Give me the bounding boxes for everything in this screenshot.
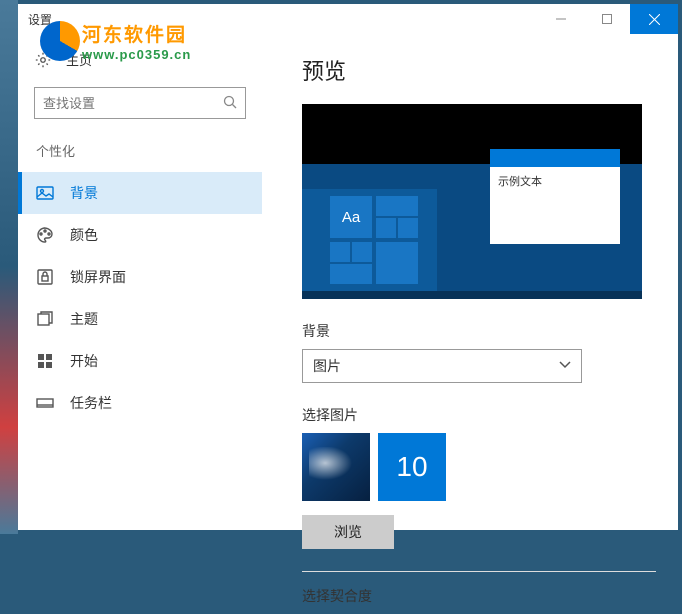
background-label: 背景 [302, 321, 656, 341]
preview-tile [398, 218, 418, 238]
sidebar-item-background[interactable]: 背景 [18, 172, 262, 214]
search-input[interactable] [43, 96, 223, 111]
preview-tile [376, 218, 396, 238]
preview-tile [376, 196, 418, 216]
image-icon [36, 184, 54, 202]
sidebar-item-colors[interactable]: 颜色 [18, 214, 262, 256]
maximize-icon [602, 14, 612, 24]
main-panel: 预览 Aa 示例文本 [262, 34, 678, 614]
preview-box: Aa 示例文本 [302, 104, 642, 299]
preview-sample-text: 示例文本 [490, 167, 620, 195]
fit-label: 选择契合度 [302, 586, 656, 606]
sidebar-item-label: 主题 [70, 309, 98, 329]
sidebar-item-start[interactable]: 开始 [18, 340, 262, 382]
picture-thumb-1[interactable] [302, 433, 370, 501]
start-icon [36, 352, 54, 370]
category-label: 个性化 [18, 137, 262, 172]
titlebar: 设置 [18, 4, 678, 34]
sidebar-item-label: 背景 [70, 183, 98, 203]
sidebar-item-label: 锁屏界面 [70, 267, 126, 287]
choose-picture-label: 选择图片 [302, 405, 656, 425]
close-button[interactable] [630, 4, 678, 34]
sidebar-item-themes[interactable]: 主题 [18, 298, 262, 340]
preview-tiles: Aa [330, 196, 430, 291]
sidebar-item-label: 任务栏 [70, 393, 112, 413]
browse-button[interactable]: 浏览 [302, 515, 394, 549]
gear-icon [34, 51, 52, 69]
preview-tile [330, 242, 350, 262]
minimize-icon [556, 14, 566, 24]
host-taskbar-strip [0, 0, 18, 534]
preview-tile [352, 242, 372, 262]
picture-thumbnails: 10 [302, 433, 656, 501]
background-dropdown[interactable]: 图片 [302, 349, 582, 383]
home-label: 主页 [66, 50, 92, 69]
close-icon [649, 14, 660, 25]
window-title: 设置 [28, 11, 52, 28]
sidebar-item-label: 颜色 [70, 225, 98, 245]
preview-sample-window: 示例文本 [490, 149, 620, 244]
maximize-button[interactable] [584, 4, 630, 34]
sidebar: 主页 个性化 背景 颜色 锁屏界面 [18, 34, 262, 614]
preview-tile [330, 264, 372, 284]
sidebar-item-taskbar[interactable]: 任务栏 [18, 382, 262, 424]
preview-window-titlebar [490, 149, 620, 167]
preview-tile [376, 242, 418, 284]
preview-tile: Aa [330, 196, 372, 238]
sidebar-item-lockscreen[interactable]: 锁屏界面 [18, 256, 262, 298]
home-link[interactable]: 主页 [18, 42, 262, 77]
palette-icon [36, 226, 54, 244]
lock-icon [36, 268, 54, 286]
picture-thumb-2[interactable]: 10 [378, 433, 446, 501]
dropdown-value: 图片 [313, 356, 341, 376]
taskbar-icon [36, 394, 54, 412]
divider [302, 571, 656, 572]
preview-taskbar [302, 291, 642, 299]
chevron-down-icon [559, 360, 571, 372]
search-icon [223, 95, 237, 112]
minimize-button[interactable] [538, 4, 584, 34]
search-box[interactable] [34, 87, 246, 119]
preview-heading: 预览 [302, 54, 656, 86]
sidebar-item-label: 开始 [70, 351, 98, 371]
content-area: 主页 个性化 背景 颜色 锁屏界面 [18, 34, 678, 614]
settings-window: 设置 主页 个性化 背景 [18, 4, 678, 530]
theme-icon [36, 310, 54, 328]
